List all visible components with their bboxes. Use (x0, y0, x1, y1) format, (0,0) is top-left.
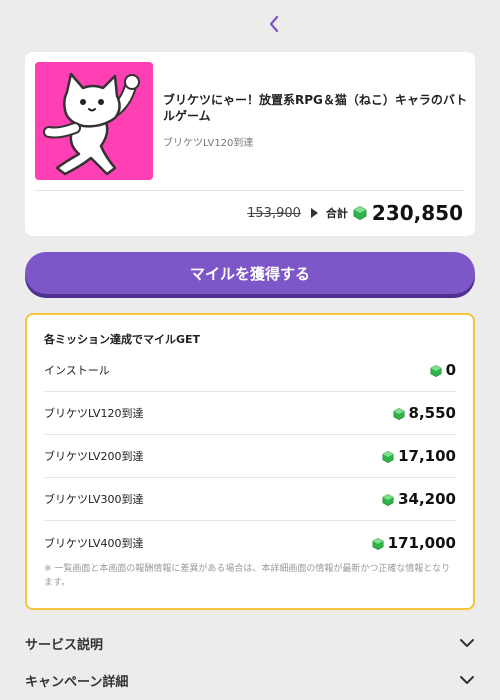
mission-reward: 0 (430, 361, 456, 379)
campaign-details-toggle[interactable]: キャンペーン詳細 (25, 665, 475, 695)
divider (35, 190, 465, 191)
mission-label: ブリケツLV400到達 (44, 536, 144, 550)
mission-row: ブリケツLV200到達 17,100 (44, 435, 456, 478)
offer-card: ブリケツにゃー！放置系RPG＆猫（ねこ）キャラのバトルゲーム ブリケツLV120… (25, 52, 475, 236)
arrow-right-icon (310, 208, 318, 218)
gem-icon (393, 408, 405, 420)
chevron-down-icon (460, 639, 474, 647)
accordion-label: サービス説明 (25, 637, 104, 653)
mission-label: ブリケツLV120到達 (44, 407, 144, 420)
cat-character-image (35, 62, 153, 180)
accordion-label: キャンペーン詳細 (25, 674, 129, 690)
gem-icon (372, 537, 384, 550)
mission-reward: 34,200 (382, 490, 456, 508)
chevron-left-icon (269, 15, 279, 33)
app-thumbnail (35, 62, 153, 180)
mission-row: ブリケツLV120到達 8,550 (44, 392, 456, 435)
total-label: 合計 (325, 207, 348, 220)
app-title: ブリケツにゃー！放置系RPG＆猫（ねこ）キャラのバトルゲーム (163, 93, 468, 123)
mission-value: 0 (445, 361, 456, 379)
price-row: 153,900 合計 230,850 (247, 198, 463, 228)
total-miles: 230,850 (371, 201, 463, 225)
mission-label: ブリケツLV300到達 (44, 493, 144, 506)
gem-icon (353, 206, 367, 220)
mission-row: インストール 0 (44, 349, 456, 392)
back-button[interactable] (262, 10, 286, 38)
mission-value: 8,550 (408, 404, 456, 422)
earn-miles-button[interactable]: マイルを獲得する (25, 252, 475, 294)
mission-label: ブリケツLV200到達 (44, 450, 144, 463)
gem-icon (430, 365, 442, 377)
missions-heading: 各ミッション達成でマイルGET (44, 333, 201, 346)
mission-row: ブリケツLV300到達 34,200 (44, 478, 456, 521)
mission-value: 34,200 (398, 490, 456, 508)
mission-reward: 8,550 (393, 404, 456, 422)
mission-row: ブリケツLV400到達 171,000 (44, 521, 456, 564)
mission-reward: 17,100 (382, 447, 456, 465)
gem-icon (382, 451, 394, 463)
chevron-down-icon (460, 676, 474, 684)
mission-reward: 171,000 (372, 534, 456, 552)
service-description-toggle[interactable]: サービス説明 (25, 628, 475, 658)
missions-panel: 各ミッション達成でマイルGET インストール 0 ブリケツLV120到達 8,5… (25, 313, 475, 610)
disclaimer-note: ※ 一覧画面と本画面の報酬情報に差異がある場合は、本詳細画面の情報が最新かつ正確… (44, 564, 451, 588)
mission-value: 17,100 (398, 447, 456, 465)
original-price: 153,900 (247, 205, 301, 221)
mission-value: 171,000 (387, 533, 456, 552)
gem-icon (382, 494, 394, 506)
app-subtitle: ブリケツLV120到達 (163, 138, 254, 149)
mission-label: インストール (44, 364, 110, 377)
